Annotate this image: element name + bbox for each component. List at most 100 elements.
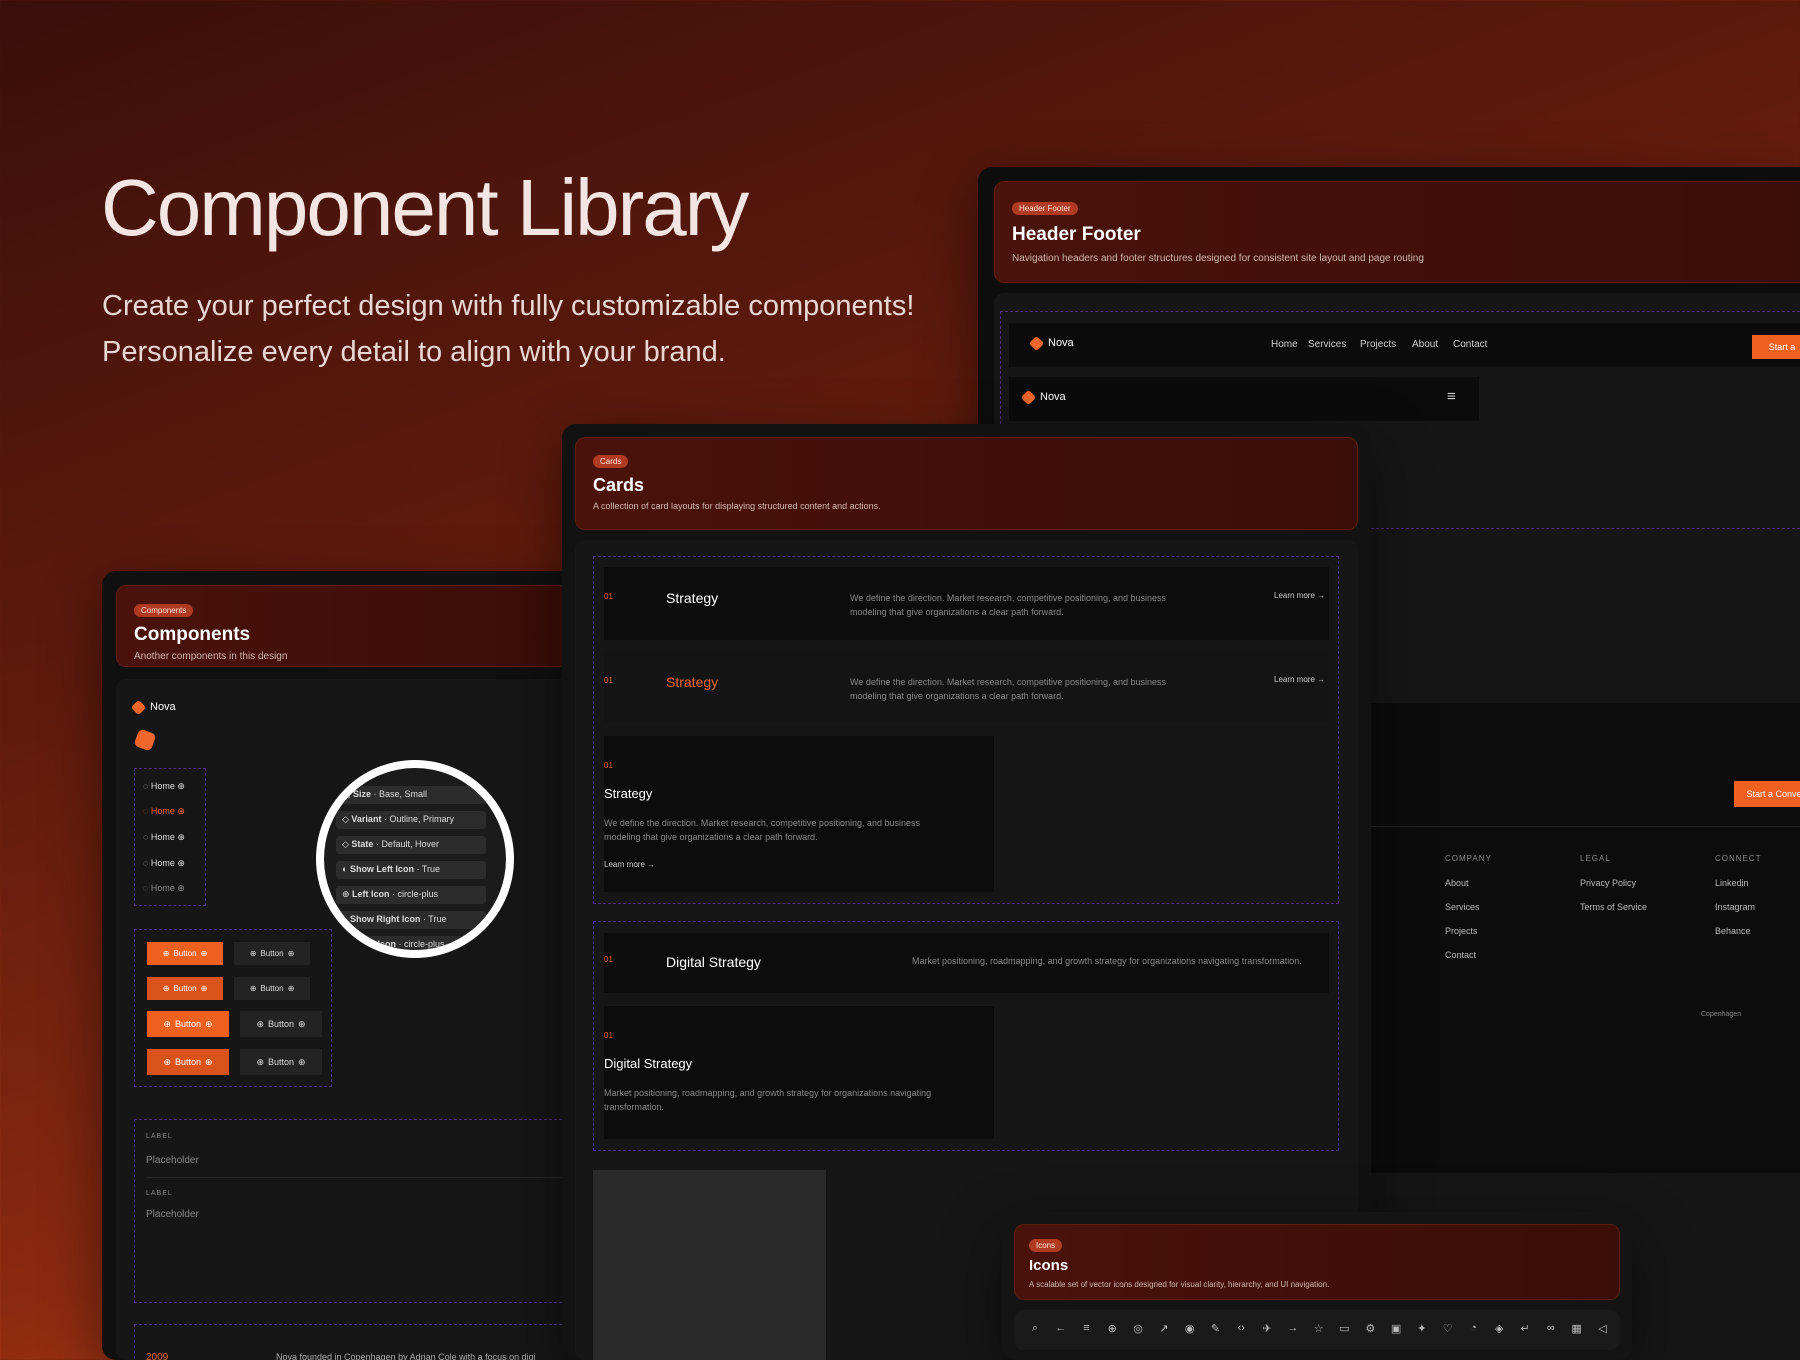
- learn-more-link[interactable]: Learn more →: [1274, 591, 1325, 600]
- icons-header: Icons Icons A scalable set of vector ico…: [1014, 1224, 1620, 1300]
- components-badge: Components: [134, 604, 194, 617]
- icon-glyph-icon[interactable]: ←: [1048, 1322, 1074, 1335]
- prop-show-right-icon[interactable]: ◐ Show Right Icon · True: [336, 911, 486, 929]
- nav-home[interactable]: Home: [1271, 339, 1298, 350]
- cards-badge: Cards: [593, 455, 629, 468]
- hamburger-menu-icon[interactable]: ≡: [1447, 388, 1456, 405]
- icon-glyph-icon[interactable]: ▭: [1332, 1322, 1358, 1335]
- navbar-mobile: Nova ≡: [1009, 377, 1479, 421]
- components-brand[interactable]: Nova: [130, 699, 176, 715]
- icon-glyph-icon[interactable]: ◁: [1590, 1322, 1616, 1335]
- timeline-text: Nova founded in Copenhagen by Adrian Col…: [276, 1352, 536, 1360]
- menu-item-active[interactable]: ◌ Home ⊕: [143, 806, 185, 817]
- components-title: Components: [134, 624, 251, 645]
- card-number: 01: [604, 955, 613, 964]
- nav-contact[interactable]: Contact: [1453, 339, 1487, 350]
- header-footer-title: Header Footer: [1012, 224, 1141, 245]
- icon-glyph-icon[interactable]: ∞: [1538, 1322, 1564, 1335]
- mobile-brand[interactable]: Nova: [1020, 389, 1066, 405]
- header-footer-header: Header Footer Header Footer Navigation h…: [994, 181, 1800, 283]
- button-primary-base-hover[interactable]: ⊕ Button ⊕: [147, 1049, 229, 1075]
- card-row[interactable]: 01 Strategy We define the direction. Mar…: [604, 567, 1329, 640]
- button-primary-base[interactable]: ⊕ Button ⊕: [147, 1011, 229, 1037]
- button-outline-base-hover[interactable]: ⊕ Button ⊕: [240, 1049, 322, 1075]
- footer-link[interactable]: About: [1445, 878, 1469, 888]
- text-input[interactable]: Placeholder: [146, 1155, 199, 1166]
- field-label: LABEL: [146, 1133, 173, 1140]
- menu-item-disabled[interactable]: ◌ Home ⊕: [143, 883, 185, 894]
- button-outline-small[interactable]: ⊕ Button ⊕: [234, 942, 310, 965]
- prop-right-icon[interactable]: ⊕ Right Icon · circle-plus: [336, 936, 486, 950]
- icon-glyph-icon[interactable]: ◈: [1486, 1322, 1512, 1335]
- button-primary-small[interactable]: ⊕ Button ⊕: [147, 942, 223, 965]
- card-title: Digital Strategy: [604, 1056, 693, 1071]
- icon-glyph-icon[interactable]: ◎: [1125, 1322, 1151, 1335]
- card-number: 01: [604, 1031, 613, 1040]
- nav-about[interactable]: About: [1412, 339, 1438, 350]
- icon-glyph-icon[interactable]: ▦: [1564, 1322, 1590, 1335]
- footer-col-head: COMPANY: [1445, 854, 1492, 863]
- footer-link[interactable]: Projects: [1445, 926, 1478, 936]
- card-tall[interactable]: 01 Strategy We define the direction. Mar…: [604, 736, 994, 892]
- nav-services[interactable]: Services: [1308, 339, 1346, 350]
- hero-title: Component Library: [101, 163, 749, 252]
- icon-glyph-icon[interactable]: ◉: [1177, 1322, 1203, 1335]
- navbar-cta-button[interactable]: Start a: [1752, 335, 1800, 359]
- icons-panel: Icons Icons A scalable set of vector ico…: [1002, 1212, 1632, 1360]
- footer-link[interactable]: Privacy Policy: [1580, 878, 1636, 888]
- footer-link[interactable]: Linkedin: [1715, 878, 1749, 888]
- button-outline-small-hover[interactable]: ⊕ Button ⊕: [234, 977, 310, 1000]
- footer-link[interactable]: Instagram: [1715, 902, 1755, 912]
- icon-glyph-icon[interactable]: ✈: [1254, 1322, 1280, 1335]
- icons-title: Icons: [1029, 1257, 1069, 1274]
- textarea-input[interactable]: Placeholder: [146, 1209, 199, 1220]
- footer-link[interactable]: Services: [1445, 902, 1480, 912]
- icon-glyph-icon[interactable]: ≡: [1074, 1322, 1100, 1335]
- learn-more-link[interactable]: Learn more →: [604, 860, 655, 869]
- card-title: Strategy: [604, 786, 653, 801]
- icon-glyph-icon[interactable]: ↗: [1151, 1322, 1177, 1335]
- prop-size[interactable]: ▢ Size · Base, Small: [336, 786, 486, 804]
- image-placeholder: [593, 1170, 826, 1360]
- icon-glyph-icon[interactable]: ✦: [1409, 1322, 1435, 1335]
- navbar-brand[interactable]: Nova: [1028, 335, 1074, 351]
- card-tall-digital[interactable]: 01 Digital Strategy Market positioning, …: [604, 1006, 994, 1139]
- footer-link[interactable]: Contact: [1445, 950, 1476, 960]
- nova-logo-icon: [1028, 335, 1045, 351]
- icons-desc: A scalable set of vector icons designed …: [1029, 1280, 1330, 1289]
- card-row-digital[interactable]: 01 Digital Strategy Market positioning, …: [604, 933, 1329, 993]
- menu-item[interactable]: ◌ Home ⊕: [143, 781, 185, 792]
- hero-subtitle: Create your perfect design with fully cu…: [102, 290, 915, 368]
- icon-glyph-icon[interactable]: ↵: [1512, 1322, 1538, 1335]
- footer-cta-button[interactable]: Start a Conve: [1734, 781, 1800, 807]
- prop-state[interactable]: ◇ State · Default, Hover: [336, 836, 486, 854]
- icon-glyph-icon[interactable]: ◔: [1461, 1322, 1487, 1335]
- icons-body: ⌕ ← ≡ ⊕ ◎ ↗ ◉ ✎ ‹› ✈ → ☆ ▭ ⚙ ▣ ✦ ♡ ◔ ◈ ↵ ∞ ▦ ◁: [1014, 1310, 1620, 1350]
- nav-projects[interactable]: Projects: [1360, 339, 1396, 350]
- button-outline-base[interactable]: ⊕ Button ⊕: [240, 1011, 322, 1037]
- footer-link[interactable]: Terms of Service: [1580, 902, 1647, 912]
- icon-glyph-icon[interactable]: →: [1280, 1322, 1306, 1335]
- icon-glyph-icon[interactable]: ⊕: [1099, 1322, 1125, 1335]
- card-row-hover[interactable]: 01 Strategy We define the direction. Mar…: [604, 650, 1329, 723]
- nova-large-logo-icon: [133, 728, 157, 752]
- components-panel: Components Components Another components…: [102, 571, 602, 1360]
- menu-item[interactable]: ◌ Home ⊕: [143, 858, 185, 869]
- icon-glyph-icon[interactable]: ✎: [1203, 1322, 1229, 1335]
- prop-left-icon[interactable]: ⊕ Left Icon · circle-plus: [336, 886, 486, 904]
- icon-glyph-icon[interactable]: ⚙: [1357, 1322, 1383, 1335]
- button-primary-small-hover[interactable]: ⊕ Button ⊕: [147, 977, 223, 1000]
- learn-more-link[interactable]: Learn more →: [1274, 675, 1325, 684]
- prop-show-left-icon[interactable]: ◐ Show Left Icon · True: [336, 861, 486, 879]
- cards-desc: A collection of card layouts for display…: [593, 501, 881, 511]
- icon-glyph-icon[interactable]: ♡: [1435, 1322, 1461, 1335]
- icon-glyph-icon[interactable]: ☆: [1306, 1322, 1332, 1335]
- prop-variant[interactable]: ◇ Variant · Outline, Primary: [336, 811, 486, 829]
- menu-item[interactable]: ◌ Home ⊕: [143, 832, 185, 843]
- icon-glyph-icon[interactable]: ▣: [1383, 1322, 1409, 1335]
- footer-link[interactable]: Behance: [1715, 926, 1751, 936]
- icon-glyph-icon[interactable]: ‹›: [1228, 1322, 1254, 1335]
- components-desc: Another components in this design: [134, 651, 288, 662]
- icon-glyph-icon[interactable]: ⌕: [1022, 1322, 1048, 1335]
- card-desc: Market positioning, roadmapping, and gro…: [912, 956, 1302, 966]
